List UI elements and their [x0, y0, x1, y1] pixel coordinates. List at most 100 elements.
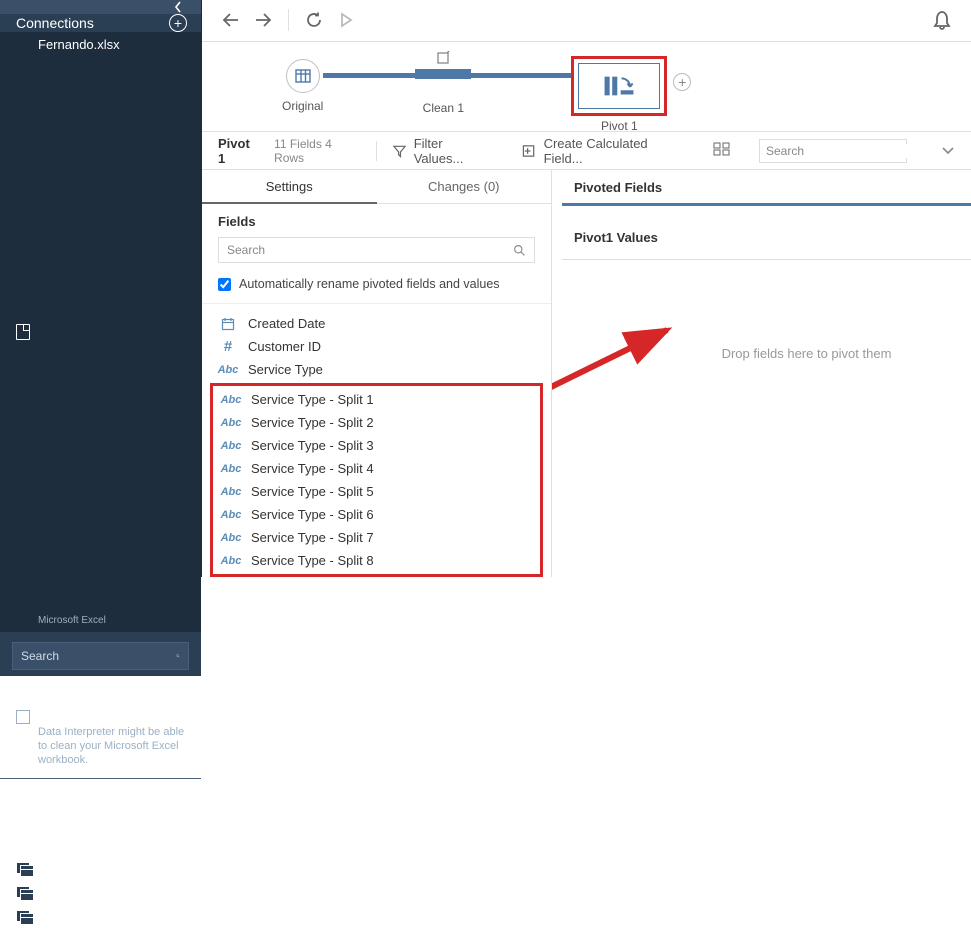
file-type: Microsoft Excel	[38, 615, 120, 626]
field-row[interactable]: Created Date	[202, 312, 551, 335]
field-row[interactable]: Abc Service Type	[202, 358, 551, 381]
field-list: Created Date#Customer IDAbcService TypeA…	[202, 304, 551, 577]
data-interpreter-option[interactable]: Use Data Interpreter Data Interpreter mi…	[0, 708, 201, 779]
field-name: Service Type	[248, 362, 323, 377]
back-button[interactable]	[218, 7, 244, 33]
flow-node-original[interactable]: Original	[282, 59, 323, 113]
field-row[interactable]: AbcService Type - Split 6	[213, 503, 540, 526]
field-row[interactable]: # Customer ID	[202, 335, 551, 358]
field-name: Created Date	[248, 316, 325, 331]
profile-search[interactable]	[759, 139, 907, 163]
drop-hint[interactable]: Drop fields here to pivot them	[642, 346, 971, 361]
collapse-sidebar-button[interactable]	[0, 0, 201, 14]
calculated-field-button[interactable]: Create Calculated Field...	[522, 136, 681, 166]
field-row[interactable]: Abc Service Type - Split 1	[213, 388, 540, 411]
table-item[interactable]: Split and Pivot	[0, 809, 201, 833]
step-meta: 11 Fields 4 Rows	[274, 137, 360, 165]
table-label: Split and Pivot	[42, 814, 122, 828]
search-icon	[176, 649, 180, 663]
field-row[interactable]: AbcService Type - Split 7	[213, 526, 540, 549]
abc-type-icon: Abc	[221, 461, 241, 477]
expand-button[interactable]	[941, 143, 955, 158]
grid-icon	[713, 142, 731, 156]
abc-type-icon: Abc	[221, 415, 241, 431]
auto-rename-checkbox[interactable]	[218, 278, 231, 291]
tab-changes[interactable]: Changes (0)	[377, 170, 552, 204]
table-item[interactable]: Orignal and Destination ...	[0, 857, 201, 881]
forward-button[interactable]	[250, 7, 276, 33]
tables-search-input[interactable]	[21, 649, 176, 663]
table-label: Split and Pivot Table3	[44, 910, 164, 924]
divider-accent	[562, 203, 971, 206]
fields-search[interactable]	[218, 237, 535, 263]
file-icon	[16, 324, 30, 340]
field-name: Service Type - Split 5	[251, 484, 374, 499]
field-row[interactable]: Abc Service Type - Split 8	[213, 549, 540, 572]
abc-type-icon: Abc	[221, 553, 241, 569]
search-icon	[513, 244, 526, 257]
date-type-icon	[218, 316, 238, 332]
separator	[288, 9, 289, 31]
fields-search-input[interactable]	[227, 243, 513, 257]
flow-node-pivot[interactable]: Pivot 1	[571, 56, 667, 116]
node-label: Original	[282, 99, 323, 113]
field-name: Customer ID	[248, 339, 321, 354]
flow-connector	[471, 73, 571, 78]
pivoted-fields-label: Pivoted Fields	[562, 170, 971, 203]
auto-rename-option[interactable]: Automatically rename pivoted fields and …	[202, 273, 551, 304]
table-item[interactable]: Orignal and Destination ...	[0, 785, 201, 809]
tables-icon	[16, 886, 34, 900]
tab-settings[interactable]: Settings	[202, 170, 377, 204]
pivot-values-label: Pivot1 Values	[562, 220, 971, 253]
checkbox-empty-icon[interactable]	[16, 710, 30, 724]
field-name: Service Type - Split 1	[251, 392, 374, 407]
flow-node-clean[interactable]: Clean 1	[415, 56, 471, 115]
table-item[interactable]: Original	[0, 833, 201, 857]
settings-pane: Settings Changes (0) Fields Automaticall…	[202, 170, 552, 577]
file-name: Fernando.xlsx	[38, 38, 120, 615]
table-item[interactable]: Orignal and Destination ...	[0, 881, 201, 905]
add-connection-button[interactable]: +	[169, 14, 187, 32]
tables-search[interactable]	[12, 642, 189, 670]
connections-header: Connections +	[0, 14, 201, 32]
interpreter-sub: Data Interpreter might be able to clean …	[38, 726, 185, 767]
abc-type-icon: Abc	[221, 438, 241, 454]
connection-file[interactable]: Fernando.xlsx Microsoft Excel	[0, 32, 201, 632]
field-name: Service Type - Split 3	[251, 438, 374, 453]
field-row[interactable]: Abc Service Type - Split 3	[213, 434, 540, 457]
num-type-icon: #	[218, 339, 238, 355]
separator	[376, 141, 377, 161]
pivot-icon	[602, 72, 636, 100]
abc-type-icon: Abc	[218, 362, 238, 378]
profile-search-input[interactable]	[766, 144, 921, 158]
calc-icon	[522, 144, 535, 158]
field-name: Service Type - Split 2	[251, 415, 374, 430]
table-label: Orignal and Destination ...	[44, 886, 185, 900]
refresh-button[interactable]	[301, 7, 327, 33]
field-row[interactable]: Abc Service Type - Split 2	[213, 411, 540, 434]
connections-label: Connections	[16, 15, 94, 31]
pivot-workspace: Settings Changes (0) Fields Automaticall…	[202, 169, 971, 577]
pivot-drop-pane: Pivoted Fields Pivot1 Values Drop fields…	[552, 170, 971, 577]
flow-connector	[323, 73, 415, 78]
run-button[interactable]	[333, 7, 359, 33]
table-item[interactable]: Split and Pivot Table3	[0, 905, 201, 929]
field-name: Service Type - Split 8	[251, 553, 374, 568]
flow-canvas[interactable]: Original Clean 1 Pi	[202, 42, 971, 132]
abc-type-icon: Abc	[221, 530, 241, 546]
table-icon	[16, 790, 32, 804]
top-toolbar	[202, 0, 971, 42]
chevron-left-icon	[173, 0, 183, 14]
view-toggle-button[interactable]	[713, 142, 731, 159]
profile-toolbar: Pivot 1 11 Fields 4 Rows Filter Values..…	[202, 131, 971, 169]
abc-type-icon: Abc	[221, 392, 241, 408]
sidebar: Connections + Fernando.xlsx Microsoft Ex…	[0, 0, 202, 577]
divider	[562, 259, 971, 260]
alerts-button[interactable]	[929, 7, 955, 33]
filter-values-button[interactable]: Filter Values...	[393, 136, 491, 166]
field-row[interactable]: AbcService Type - Split 4	[213, 457, 540, 480]
add-step-button[interactable]: +	[673, 73, 691, 91]
tables-icon	[16, 910, 34, 924]
fields-label: Fields	[202, 204, 551, 237]
field-row[interactable]: AbcService Type - Split 5	[213, 480, 540, 503]
